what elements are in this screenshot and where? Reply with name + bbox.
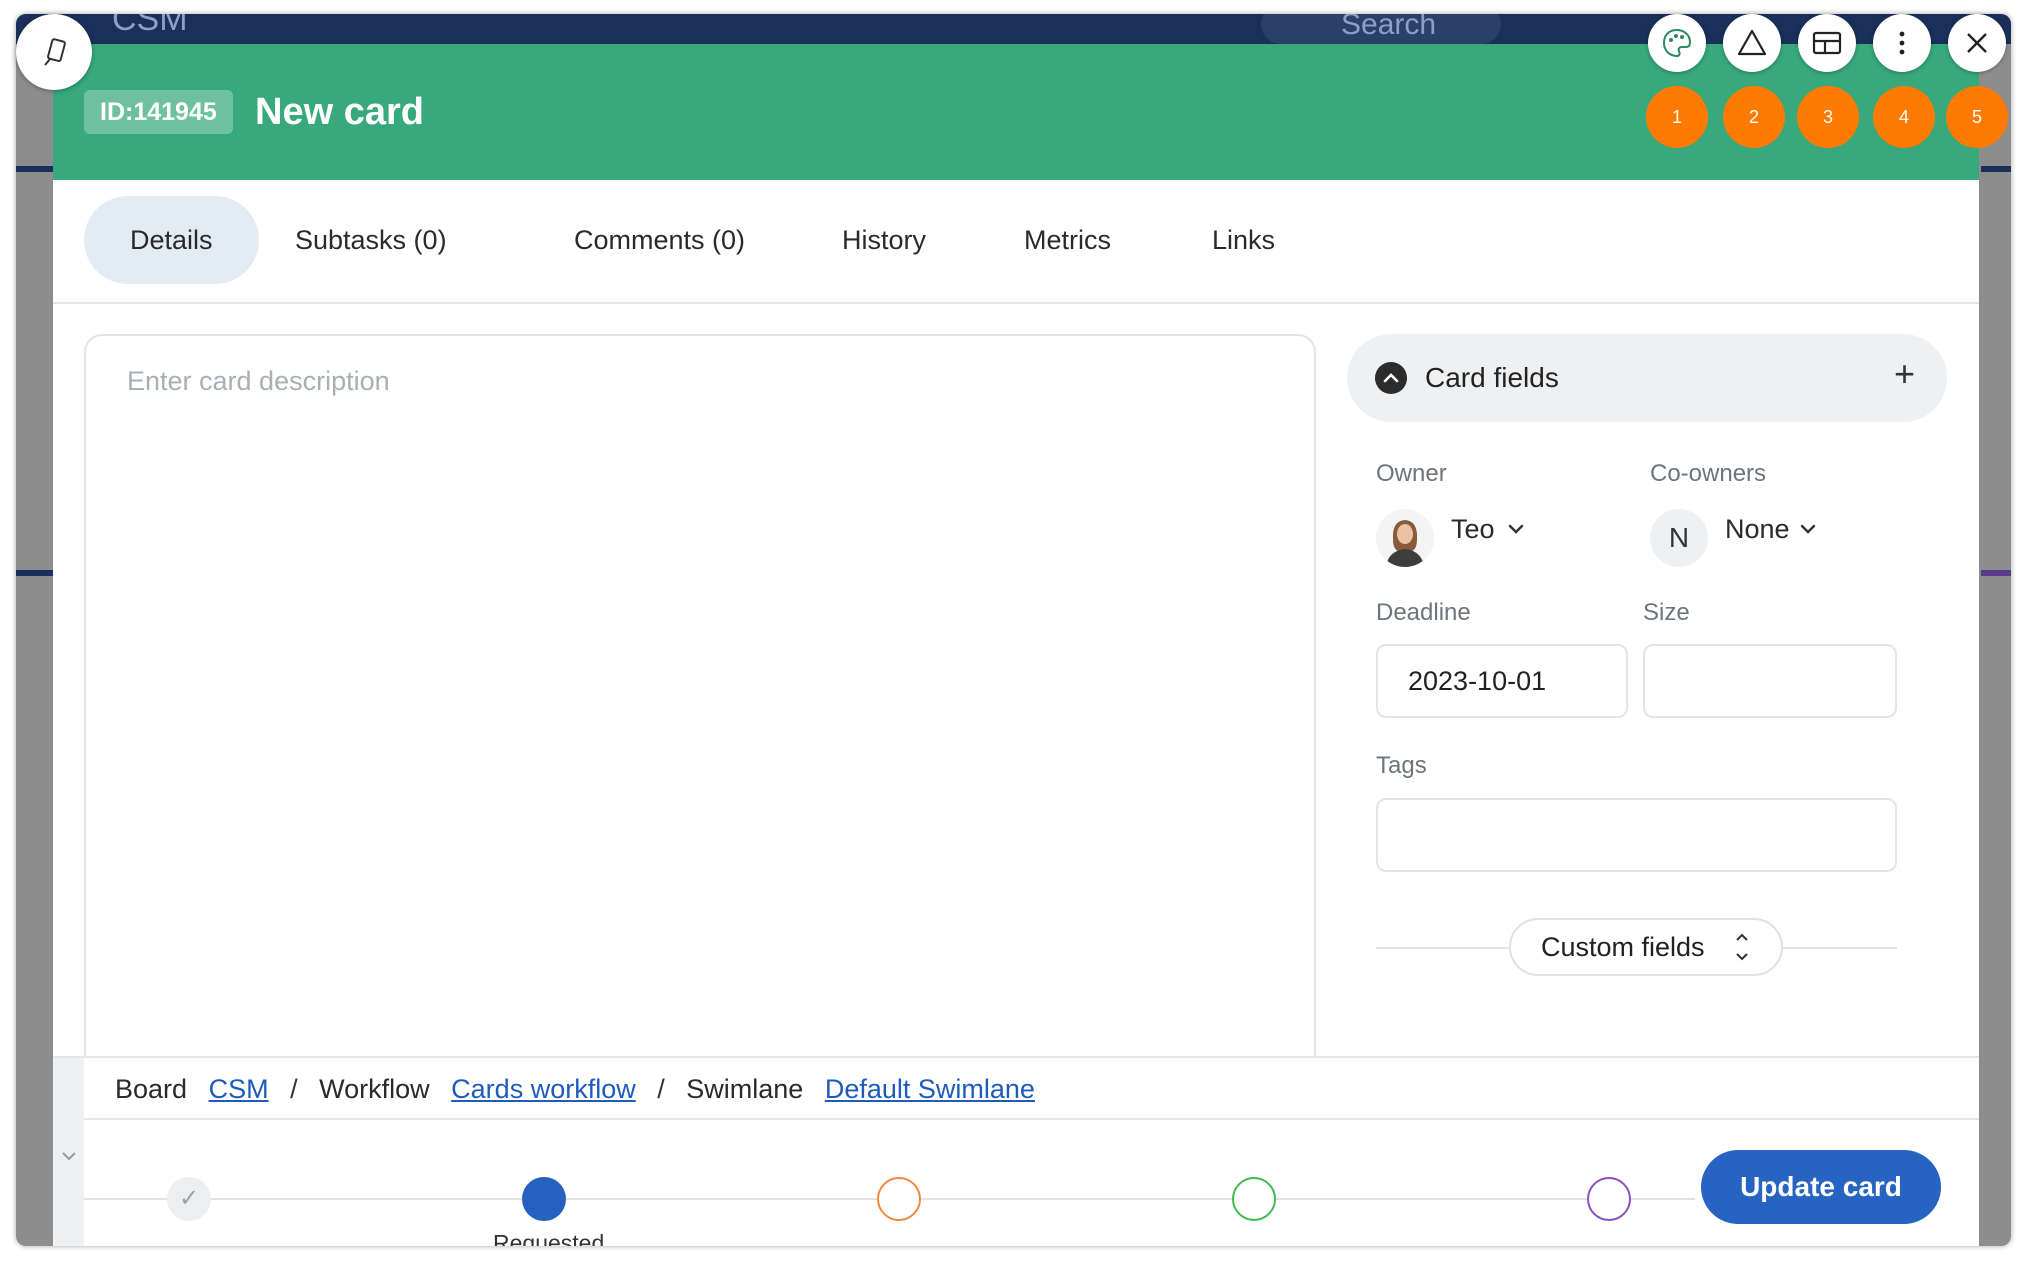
chevron-up-icon[interactable] xyxy=(1375,362,1407,394)
annotation-badge-3: 3 xyxy=(1797,86,1859,148)
background-stripe xyxy=(1981,166,2011,172)
workflow-step-requested[interactable] xyxy=(522,1177,566,1221)
workflow-step-4[interactable] xyxy=(1232,1177,1276,1221)
breadcrumb-board-label: Board xyxy=(115,1074,188,1104)
tags-input[interactable] xyxy=(1376,798,1897,872)
breadcrumb-separator: / xyxy=(657,1074,665,1104)
layout-icon[interactable] xyxy=(1798,14,1856,72)
more-vertical-icon[interactable] xyxy=(1873,14,1931,72)
card-fields-header[interactable]: Card fields + xyxy=(1347,334,1947,422)
background-topbar: CSM Search xyxy=(16,14,2011,44)
owner-label: Owner xyxy=(1376,460,1447,487)
close-icon[interactable] xyxy=(1948,14,2006,72)
card-fields-title: Card fields xyxy=(1425,362,1559,393)
tab-history[interactable]: History xyxy=(796,196,972,284)
tags-label: Tags xyxy=(1376,752,1427,779)
card-tabs: Details Subtasks (0) Comments (0) Histor… xyxy=(53,180,1979,304)
coowners-value[interactable]: None xyxy=(1725,514,1790,545)
custom-fields-toggle[interactable]: Custom fields xyxy=(1509,918,1783,976)
palette-icon[interactable] xyxy=(1648,14,1706,72)
card-footer: Board CSM / Workflow Cards workflow / Sw… xyxy=(53,1056,1979,1246)
background-app-label: CSM xyxy=(112,14,188,38)
background-search: Search xyxy=(1261,14,1501,44)
deadline-input[interactable]: 2023-10-01 xyxy=(1376,644,1628,718)
breadcrumb: Board CSM / Workflow Cards workflow / Sw… xyxy=(115,1074,1035,1105)
size-label: Size xyxy=(1643,599,1690,626)
update-card-button[interactable]: Update card xyxy=(1701,1150,1941,1224)
owner-avatar[interactable] xyxy=(1376,509,1434,567)
background-stripe xyxy=(16,166,56,172)
breadcrumb-board-link[interactable]: CSM xyxy=(209,1074,269,1104)
workflow-step-5[interactable] xyxy=(1587,1177,1631,1221)
tab-metrics[interactable]: Metrics xyxy=(978,196,1157,284)
owner-name[interactable]: Teo xyxy=(1451,514,1495,545)
card-modal: ID:141945 New card Details Subtasks (0) … xyxy=(53,44,1979,1246)
background-stripe xyxy=(16,570,56,576)
footer-divider xyxy=(84,1118,1979,1120)
custom-fields-label: Custom fields xyxy=(1541,932,1705,962)
owner-chevron-down-icon[interactable] xyxy=(1505,518,1527,546)
background-search-placeholder: Search xyxy=(1341,14,1437,41)
coowners-avatar[interactable]: N xyxy=(1650,509,1708,567)
divider xyxy=(1783,947,1897,949)
workflow-step-label: Requested xyxy=(493,1230,605,1246)
card-title[interactable]: New card xyxy=(255,88,424,136)
chevron-down-icon[interactable] xyxy=(59,1146,79,1172)
annotation-badge-2: 2 xyxy=(1723,86,1785,148)
tab-links[interactable]: Links xyxy=(1166,196,1321,284)
tab-subtasks[interactable]: Subtasks (0) xyxy=(249,196,493,284)
tab-details[interactable]: Details xyxy=(84,196,259,284)
breadcrumb-swimlane-link[interactable]: Default Swimlane xyxy=(825,1074,1035,1104)
deadline-label: Deadline xyxy=(1376,599,1471,626)
coowners-chevron-down-icon[interactable] xyxy=(1797,518,1819,546)
background-stripe xyxy=(1981,570,2011,576)
divider xyxy=(1376,947,1509,949)
annotation-badge-4: 4 xyxy=(1873,86,1935,148)
workflow-step-done[interactable]: ✓ xyxy=(167,1177,211,1221)
pin-icon[interactable] xyxy=(16,14,92,90)
description-placeholder: Enter card description xyxy=(127,366,390,396)
warning-triangle-icon[interactable] xyxy=(1723,14,1781,72)
card-id-badge: ID:141945 xyxy=(84,90,233,134)
breadcrumb-swimlane-label: Swimlane xyxy=(686,1074,804,1104)
breadcrumb-workflow-label: Workflow xyxy=(319,1074,430,1104)
expand-icon xyxy=(1733,920,1751,981)
size-input[interactable] xyxy=(1643,644,1897,718)
annotation-badge-1: 1 xyxy=(1646,86,1708,148)
description-editor[interactable]: Enter card description xyxy=(84,334,1316,1094)
workflow-step-3[interactable] xyxy=(877,1177,921,1221)
add-field-icon[interactable]: + xyxy=(1894,352,1915,396)
annotation-badge-5: 5 xyxy=(1946,86,2008,148)
breadcrumb-workflow-link[interactable]: Cards workflow xyxy=(451,1074,636,1104)
coowners-label: Co-owners xyxy=(1650,460,1767,487)
footer-side-strip xyxy=(53,1058,84,1246)
breadcrumb-separator: / xyxy=(290,1074,298,1104)
tab-comments[interactable]: Comments (0) xyxy=(528,196,791,284)
